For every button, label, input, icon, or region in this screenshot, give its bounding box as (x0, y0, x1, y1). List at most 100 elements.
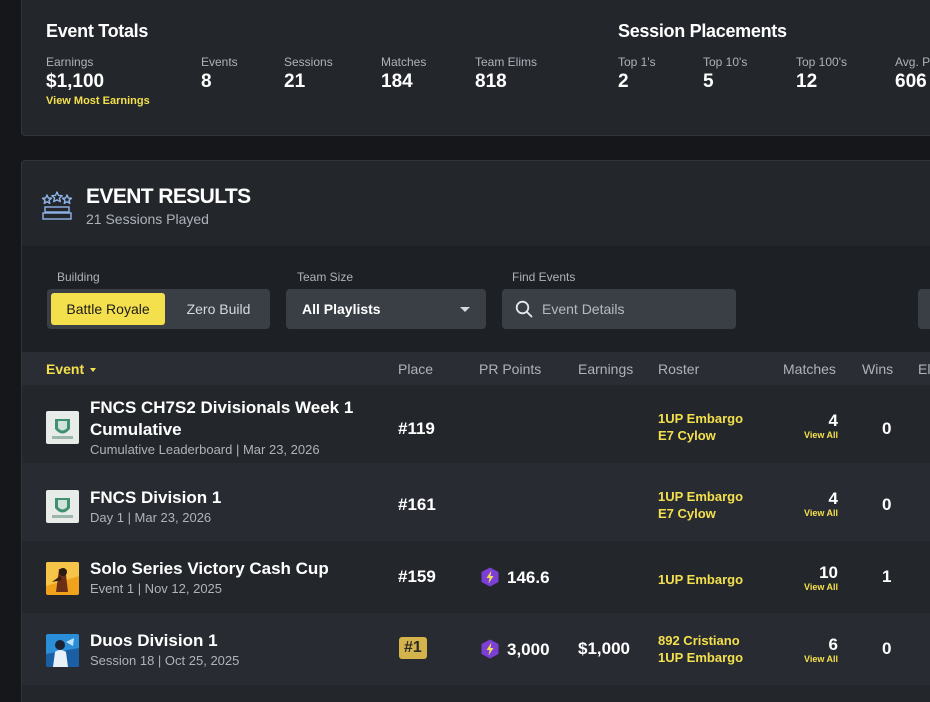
roster-list[interactable]: 1UP Embargo E7 Cylow (658, 488, 743, 522)
event-title[interactable]: FNCS Division 1 (90, 487, 221, 509)
first-place-badge: #1 (399, 637, 427, 659)
stat-label: Top 100's (796, 55, 847, 69)
sort-down-icon (90, 368, 97, 373)
matches-cell: 4 View All (792, 489, 838, 519)
column-place[interactable]: Place (398, 361, 433, 377)
event-results-card: EVENT RESULTS 21 Sessions Played Buildin… (21, 160, 930, 702)
event-title[interactable]: FNCS CH7S2 Divisionals Week 1 Cumulative (90, 397, 353, 441)
place-value: #119 (398, 419, 435, 438)
column-matches[interactable]: Matches (783, 361, 836, 377)
event-meta: Event 1 | Nov 12, 2025 (90, 581, 223, 596)
totals-card: Event Totals Earnings $1,100 View Most E… (21, 0, 930, 136)
matches-cell: 10 View All (792, 563, 838, 593)
sessions-played-subtitle: 21 Sessions Played (86, 211, 209, 227)
column-pr-points[interactable]: PR Points (479, 361, 541, 377)
stat-value: 818 (475, 71, 507, 92)
stat-sessions: Sessions 21 (284, 55, 333, 93)
stat-value: 5 (703, 71, 714, 92)
pr-points-value: 146.6 (507, 568, 550, 587)
find-events-search (502, 289, 736, 329)
search-icon (515, 300, 533, 318)
zero-build-button[interactable]: Zero Build (171, 293, 266, 325)
session-placements-title: Session Placements (618, 21, 787, 41)
roster-player[interactable]: 1UP Embargo (658, 649, 743, 666)
matches-value: 10 (819, 563, 838, 582)
wins-value: 1 (882, 567, 892, 586)
earnings-value: $1,000 (578, 639, 630, 658)
event-meta: Day 1 | Mar 23, 2026 (90, 510, 212, 525)
find-events-label: Find Events (512, 270, 576, 284)
pr-lightning-icon (481, 567, 499, 587)
roster-player[interactable]: E7 Cylow (658, 427, 743, 444)
event-details-input[interactable] (542, 289, 727, 329)
stat-label: Top 10's (703, 55, 748, 69)
pr-points-cell: 146.6 (481, 567, 550, 588)
event-results-title: EVENT RESULTS (86, 185, 251, 208)
table-row[interactable]: FNCS CH7S2 Divisionals Week 1 Cumulative… (22, 385, 930, 463)
column-event-sort[interactable]: Event (46, 361, 97, 377)
team-size-label: Team Size (297, 270, 354, 284)
roster-list[interactable]: 892 Cristiano 1UP Embargo (658, 632, 743, 666)
table-row[interactable]: FNCS Division 1 Day 1 | Mar 23, 2026 #16… (22, 463, 930, 541)
stat-label: Matches (381, 55, 427, 69)
roster-player[interactable]: 1UP Embargo (658, 488, 743, 505)
table-row[interactable]: Solo Series Victory Cash Cup Event 1 | N… (22, 541, 930, 613)
event-title-line: FNCS CH7S2 Divisionals Week 1 (90, 398, 354, 417)
building-label: Building (57, 270, 100, 284)
pr-points-cell: 3,000 (481, 639, 550, 660)
stat-avg-placement: Avg. P 606 (895, 55, 930, 93)
duos-art-thumbnail (46, 634, 79, 667)
view-all-link[interactable]: View All (792, 654, 838, 664)
battle-royale-button[interactable]: Battle Royale (51, 293, 165, 325)
stat-top-100: Top 100's 12 (796, 55, 847, 93)
pr-lightning-icon (481, 639, 499, 659)
cash-cup-art-thumbnail (46, 562, 79, 595)
stat-matches: Matches 184 (381, 55, 426, 93)
table-header: Event Place PR Points Earnings Roster Ma… (22, 352, 930, 385)
column-earnings[interactable]: Earnings (578, 361, 633, 377)
matches-cell: 6 View All (792, 635, 838, 665)
extra-filter-button[interactable] (918, 289, 930, 329)
roster-player[interactable]: 1UP Embargo (658, 571, 743, 588)
stat-earnings: Earnings $1,100 View Most Earnings (46, 55, 150, 107)
stat-value: $1,100 (46, 71, 105, 92)
roster-player[interactable]: 892 Cristiano (658, 632, 743, 649)
filter-bar: Building Battle Royale Zero Build Team S… (22, 246, 930, 352)
column-wins[interactable]: Wins (862, 361, 893, 377)
view-all-link[interactable]: View All (792, 582, 838, 592)
view-all-link[interactable]: View All (792, 430, 838, 440)
chevron-down-icon (460, 307, 470, 312)
stat-value: 184 (381, 71, 413, 92)
column-elims[interactable]: El (918, 361, 930, 377)
place-value: #159 (398, 567, 436, 586)
team-size-select[interactable]: All Playlists (286, 289, 486, 329)
roster-list[interactable]: 1UP Embargo (658, 571, 743, 588)
team-size-value: All Playlists (302, 301, 381, 317)
event-meta: Session 18 | Oct 25, 2025 (90, 653, 240, 668)
building-toggle: Battle Royale Zero Build (47, 289, 270, 329)
matches-cell: 4 View All (792, 412, 838, 441)
view-all-link[interactable]: View All (792, 508, 838, 518)
stat-top-1: Top 1's 2 (618, 55, 656, 93)
roster-list[interactable]: 1UP Embargo E7 Cylow (658, 410, 743, 444)
event-title[interactable]: Solo Series Victory Cash Cup (90, 558, 329, 580)
stat-top-10: Top 10's 5 (703, 55, 747, 93)
stat-value: 12 (796, 71, 818, 92)
view-most-earnings-link[interactable]: View Most Earnings (46, 95, 150, 107)
stat-value: 8 (201, 71, 212, 92)
page-gutter (0, 0, 21, 702)
matches-value: 6 (828, 635, 838, 654)
pr-points-value: 3,000 (507, 640, 550, 659)
stat-label: Team Elims (475, 55, 538, 69)
roster-player[interactable]: 1UP Embargo (658, 410, 743, 427)
roster-player[interactable]: E7 Cylow (658, 505, 743, 522)
matches-value: 4 (828, 489, 838, 508)
table-row[interactable]: Duos Division 1 Session 18 | Oct 25, 202… (22, 613, 930, 685)
stat-value: 606 (895, 71, 927, 92)
fncs-logo-thumbnail (46, 411, 79, 444)
stat-value: 21 (284, 71, 306, 92)
event-title-line: Cumulative (90, 420, 182, 439)
place-value: #161 (398, 495, 436, 514)
wins-value: 0 (882, 495, 892, 514)
event-title[interactable]: Duos Division 1 (90, 630, 218, 652)
